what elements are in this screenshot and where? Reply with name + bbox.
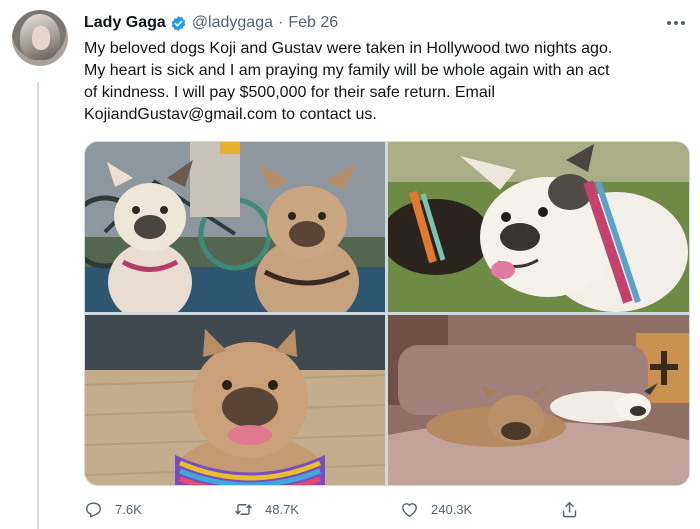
tweet-text-line: KojiandGustav@gmail.com to contact us. <box>84 106 377 123</box>
avatar[interactable] <box>12 10 68 66</box>
more-options-icon[interactable] <box>664 13 688 33</box>
reply-icon <box>86 501 101 517</box>
thread-line <box>37 82 39 529</box>
tweet-header: Lady Gaga @ladygaga · Feb 26 <box>84 12 338 34</box>
media-photo-3[interactable] <box>85 315 385 485</box>
author-handle[interactable]: @ladygaga <box>192 14 273 32</box>
like-icon <box>402 502 417 517</box>
retweet-button[interactable]: 48.7K <box>234 496 299 522</box>
share-icon <box>562 501 577 517</box>
photo-3-illustration <box>85 315 385 485</box>
tweet-text-line: My heart is sick and I am praying my fam… <box>84 62 610 79</box>
reply-count: 7.6K <box>115 501 142 517</box>
like-button[interactable]: 240.3K <box>400 496 472 522</box>
media-photo-2[interactable] <box>388 142 689 312</box>
retweet-count: 48.7K <box>265 501 299 517</box>
tweet-actions: 7.6K 48.7K 240.3K <box>84 496 684 522</box>
media-grid <box>84 141 690 486</box>
like-count: 240.3K <box>431 501 473 517</box>
tweet-text: My beloved dogs Koji and Gustav were tak… <box>84 38 684 126</box>
share-button[interactable] <box>560 496 579 522</box>
photo-2-illustration <box>388 142 689 312</box>
verified-badge-icon <box>171 15 186 31</box>
media-photo-1[interactable] <box>85 142 385 312</box>
reply-button[interactable]: 7.6K <box>84 496 142 522</box>
author-name[interactable]: Lady Gaga <box>84 14 166 32</box>
photo-4-illustration <box>388 315 689 485</box>
separator-dot: · <box>278 14 284 31</box>
tweet-text-line: of kindness. I will pay $500,000 for the… <box>84 84 495 101</box>
photo-1-illustration <box>85 142 385 312</box>
tweet-text-line: My beloved dogs Koji and Gustav were tak… <box>84 40 613 57</box>
media-photo-4[interactable] <box>388 315 689 485</box>
tweet-date[interactable]: Feb 26 <box>288 14 338 32</box>
retweet-icon <box>235 503 252 515</box>
